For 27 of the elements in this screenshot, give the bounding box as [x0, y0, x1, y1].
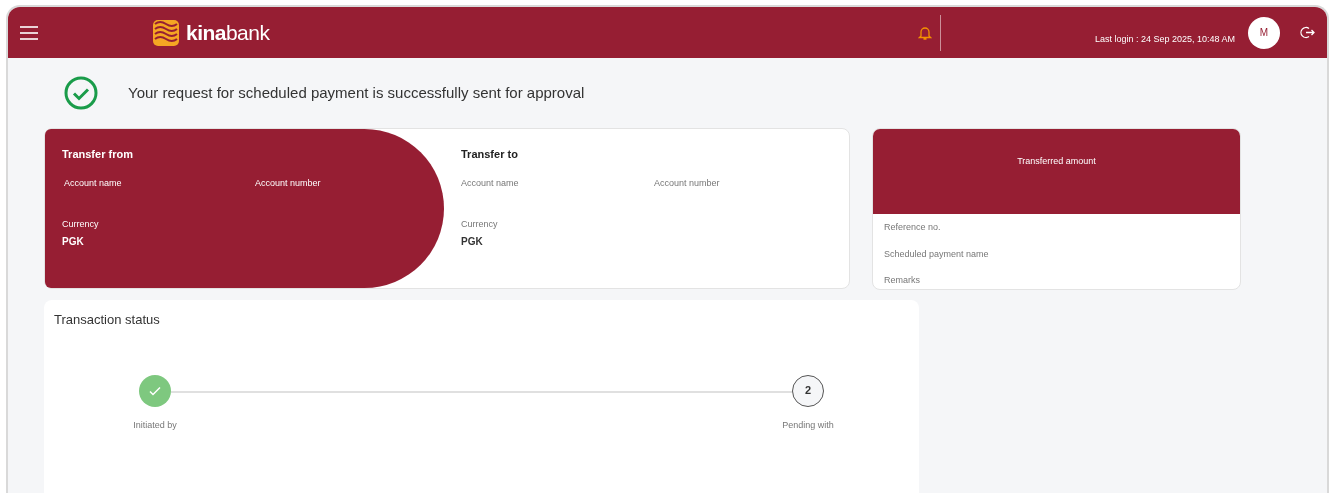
panel-title: Transfer to [461, 147, 519, 162]
notification-bell-icon[interactable] [917, 24, 932, 41]
success-message: Your request for scheduled payment is successfully sent for approval [128, 82, 585, 103]
step-label: Initiated by [133, 418, 177, 432]
summary-label: Remarks [884, 274, 921, 287]
field-label: Account number [654, 176, 721, 190]
step-label: Pending with [782, 418, 834, 432]
logo-icon [152, 18, 180, 47]
last-login: Last login : 24 Sep 2025, 10:48 AM [1094, 32, 1235, 46]
field-label: Account number [255, 176, 322, 190]
menu-icon[interactable] [20, 25, 38, 40]
panel-title: Transfer from [62, 147, 134, 162]
field-label: Account name [64, 176, 123, 190]
brand-name: kinabank [186, 19, 270, 46]
summary-label: Reference no. [884, 221, 942, 234]
summary-label: Scheduled payment name [884, 247, 990, 261]
user-avatar[interactable]: M [1248, 16, 1280, 49]
field-label: Account name [461, 176, 520, 190]
step-number: 2 [792, 374, 824, 407]
field-value: PGK [62, 234, 85, 249]
field-value: PGK [461, 234, 484, 249]
success-check-icon [64, 76, 98, 110]
amount-label: Transferred amount [1017, 155, 1096, 168]
status-title: Transaction status [54, 311, 161, 329]
field-label: Currency [461, 218, 499, 231]
field-label: Currency [62, 218, 100, 231]
logout-icon[interactable] [1300, 25, 1315, 40]
